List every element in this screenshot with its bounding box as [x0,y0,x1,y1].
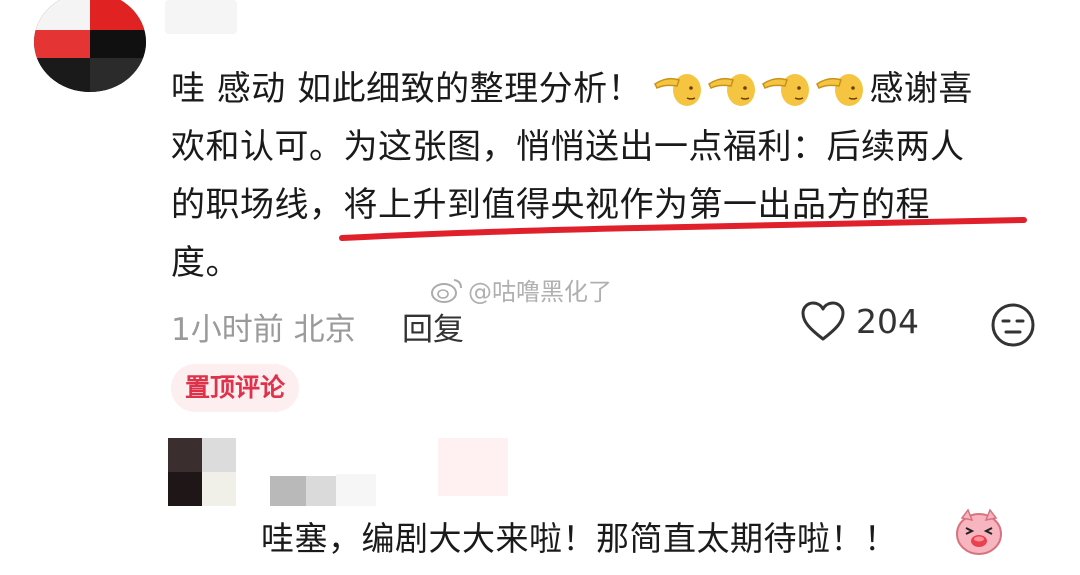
comment-timestamp-location: 1小时前 北京 [171,312,356,348]
emoji-react-button[interactable] [990,302,1036,348]
comment-thread: 哇 感动 如此细致的整理分析！ 感谢喜 欢和认可。为这张图，悄悄送出一点福利：后… [0,0,1080,575]
commenter-avatar[interactable] [34,0,146,92]
comment-line-2: 欢和认可。为这张图，悄悄送出一点福利：后续两人 [171,127,965,167]
like-button[interactable]: 204 [800,300,919,342]
weibo-watermark: @咕噜黑化了 [430,272,612,307]
reply-button[interactable]: 回复 [402,304,464,349]
pinned-comment-badge: 置顶评论 [171,364,300,412]
replier-avatar[interactable] [168,438,236,506]
commenter-name-redacted [165,0,237,34]
watermark-text: @咕噜黑化了 [468,278,612,306]
comment-text-segment: 的职场线， [171,185,344,225]
replier-name-redacted [268,438,508,508]
like-count: 204 [856,301,919,341]
comment-line-1: 哇 感动 如此细致的整理分析！ 感谢喜 [171,60,1051,118]
reply-body: 哇塞，编剧大大来啦！那简直太期待啦！！ [261,519,898,558]
hand-pointing-left-icon [654,74,702,106]
excited-pig-icon [956,508,1002,555]
weibo-logo-icon [431,278,462,303]
comment-body: 哇 感动 如此细致的整理分析！ 感谢喜 欢和认可。为这张图，悄悄送出一点福利：后… [171,60,1051,292]
red-underline-annotation [339,217,1027,241]
comment-text-segment: 哇 感动 如此细致的整理分析！ [171,69,643,109]
hand-pointing-left-icon [816,74,864,106]
hand-pointing-left-icon [762,74,810,106]
heart-outline-icon [801,301,845,341]
hand-pointing-left-icon [708,74,756,106]
comment-text-segment: 感谢喜 [869,69,973,109]
